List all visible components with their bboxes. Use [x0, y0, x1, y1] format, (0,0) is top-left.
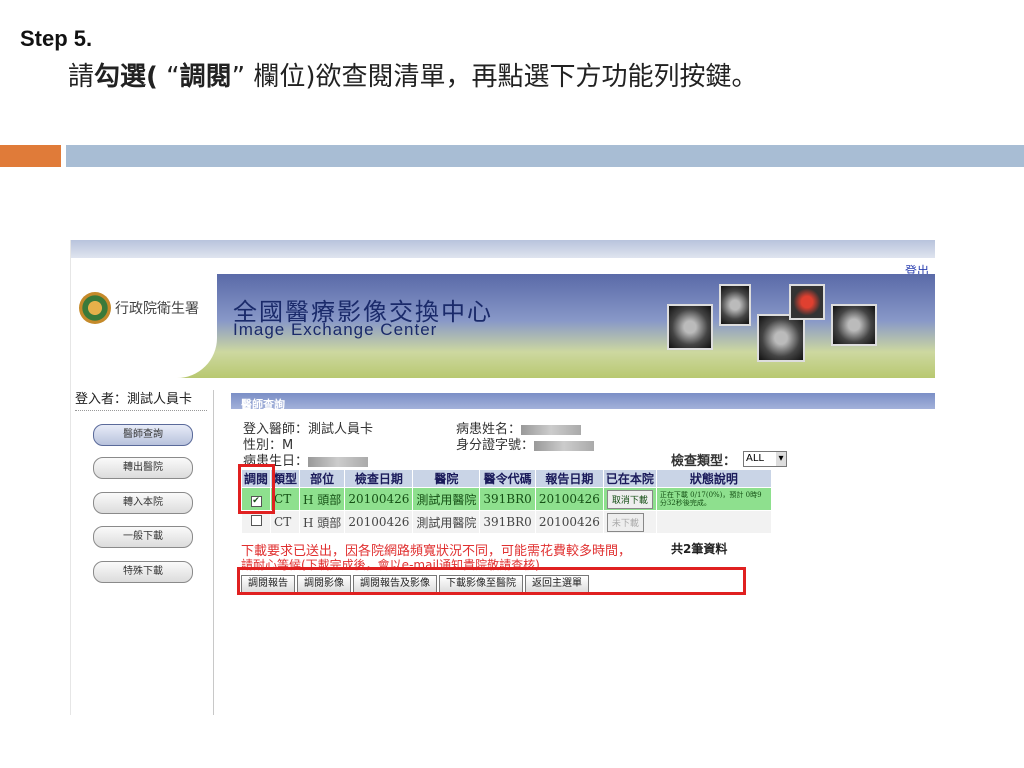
- col-header: 部位: [299, 469, 346, 488]
- step-heading: Step 5.: [20, 26, 93, 51]
- banner-logo-area: [71, 274, 217, 378]
- status-cell: [655, 510, 772, 534]
- patient-id-info: 身分證字號：: [456, 434, 595, 453]
- col-header: 狀態說明: [655, 469, 772, 488]
- status-cell: 正在下載 0/17(0%)，預計 0時9分32秒後完成。: [655, 487, 772, 511]
- status-text: 正在下載 0/17(0%)，預計 0時9分32秒後完成。: [659, 491, 762, 507]
- nav-general-download[interactable]: 一般下載: [93, 526, 193, 548]
- table-header-row: 調閱 類型 部位 檢查日期 醫院 醫令代碼 報告日期 已在本院 狀態說明: [240, 469, 772, 488]
- sidebar-divider: [75, 410, 207, 412]
- app-title-en: Image Exchange Center: [233, 320, 438, 339]
- cancel-download-button[interactable]: 取消下載: [606, 489, 653, 509]
- highlight-checkbox-column: [238, 464, 275, 514]
- action-cell: 未下載: [602, 510, 657, 534]
- redacted-birth: [308, 456, 369, 467]
- code-cell: 391BR0: [479, 487, 536, 511]
- app-screenshot: 登出 行政院衛生署 全國醫療影像交換中心 Image Exchange Cent…: [70, 240, 935, 715]
- action-cell: 取消下載: [602, 487, 657, 511]
- site-cell: H 頭部: [299, 510, 346, 534]
- agency-seal-icon: [79, 292, 111, 324]
- hospital-cell: 測試用醫院: [412, 487, 481, 511]
- total-count: 共2筆資料: [671, 542, 728, 556]
- col-header: 醫令代碼: [479, 469, 536, 488]
- redacted-name: [521, 424, 582, 435]
- xray-image: [719, 284, 751, 326]
- nav-transfer-in[interactable]: 轉入本院: [93, 492, 193, 514]
- code-cell: 391BR0: [479, 510, 536, 534]
- medical-scan-image: [667, 304, 713, 350]
- accent-bar-blue: [66, 145, 1024, 167]
- col-header: 醫院: [412, 469, 481, 488]
- ct-head-image: [757, 314, 805, 362]
- report-date-cell: 20100426: [534, 487, 604, 511]
- table-row: ✔ CT H 頭部 20100426 測試用醫院 391BR0 20100426…: [240, 487, 772, 511]
- accent-bar-orange: [0, 145, 61, 167]
- col-header: 已在本院: [602, 469, 657, 488]
- hospital-cell: 測試用醫院: [412, 510, 481, 534]
- nav-doctor-query[interactable]: 醫師查詢: [93, 424, 193, 446]
- report-date-cell: 20100426: [534, 510, 604, 534]
- exam-type-label: 檢查類型：: [671, 454, 737, 469]
- instruction-text: 請勾選( “調閱” 欄位)欲查閱清單，再點選下方功能列按鍵。: [68, 62, 758, 92]
- agency-name: 行政院衛生署: [115, 301, 199, 317]
- exam-date-cell: 20100426: [344, 487, 414, 511]
- sidebar-border: [213, 390, 214, 715]
- exam-type-select[interactable]: ALL ▾: [743, 451, 787, 467]
- not-downloaded-button: 未下載: [606, 512, 644, 532]
- result-table: 調閱 類型 部位 檢查日期 醫院 醫令代碼 報告日期 已在本院 狀態說明 ✔ C…: [240, 469, 772, 534]
- highlight-function-bar: [237, 567, 746, 595]
- redacted-id: [534, 440, 595, 451]
- col-header: 檢查日期: [344, 469, 414, 488]
- chest-ct-image: [831, 304, 877, 346]
- nav-transfer-out[interactable]: 轉出醫院: [93, 457, 193, 479]
- app-top-bar: [71, 240, 935, 258]
- col-header: 報告日期: [534, 469, 604, 488]
- chevron-down-icon: ▾: [776, 452, 786, 466]
- table-row: CT H 頭部 20100426 測試用醫院 391BR0 20100426 未…: [240, 510, 772, 534]
- organ-scan-image: [789, 284, 825, 320]
- exam-date-cell: 20100426: [344, 510, 414, 534]
- login-user: 登入者：測試人員卡: [75, 392, 193, 407]
- panel-header: 醫師查詢: [231, 393, 935, 411]
- view-checkbox[interactable]: [250, 515, 262, 526]
- nav-special-download[interactable]: 特殊下載: [93, 561, 193, 583]
- site-cell: H 頭部: [299, 487, 346, 511]
